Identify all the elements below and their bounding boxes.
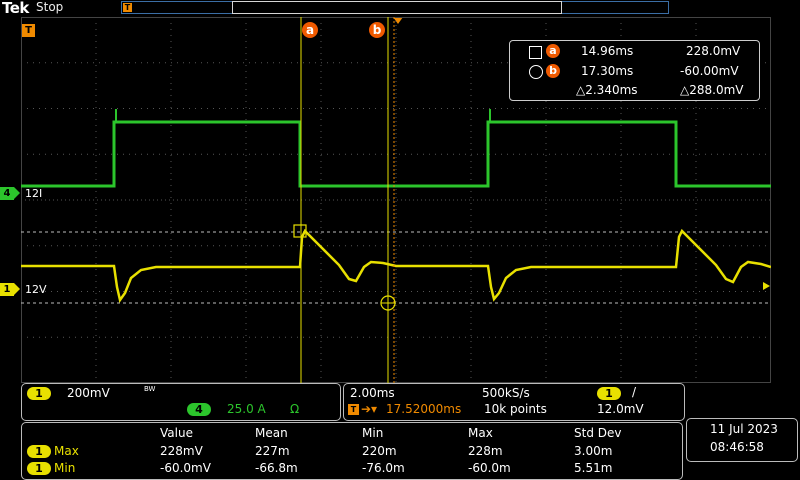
vertical-settings-panel[interactable]: 1 200mV BW 4 25.0 A Ω — [21, 383, 341, 421]
cursor-a-readout-badge: a — [546, 44, 560, 58]
cursor-b-circle-icon — [529, 65, 543, 79]
meas-row2-name: Min — [54, 461, 76, 475]
ch1-ground-tag[interactable]: 1 — [0, 283, 20, 296]
ch1-badge[interactable]: 1 — [27, 387, 51, 400]
time-per-div[interactable]: 2.00ms — [350, 386, 395, 400]
date-display: 11 Jul 2023 — [710, 422, 778, 436]
cursor-b-time: 17.30ms — [581, 64, 634, 78]
record-trigger-icon: T — [123, 3, 132, 12]
ch1-scale[interactable]: 200mV — [67, 386, 110, 400]
cursor-delta-value: △288.0mV — [680, 83, 744, 97]
meas-row2-channel-badge[interactable]: 1 — [27, 462, 51, 475]
cursor-b-badge[interactable]: b — [369, 22, 385, 38]
meas-header-max: Max — [468, 426, 493, 440]
meas-row2-value: -60.0mV — [160, 461, 211, 475]
trigger-position-icon: T — [348, 404, 359, 415]
cursor-a-square-icon — [529, 46, 542, 59]
ch1-offset-label: 12V — [25, 283, 47, 296]
meas-row2-max: -60.0m — [468, 461, 511, 475]
meas-row1-min: 220m — [362, 444, 397, 458]
meas-header-mean: Mean — [255, 426, 288, 440]
cursor-readout-panel[interactable]: a 14.96ms 228.0mV b 17.30ms -60.00mV △2.… — [509, 40, 760, 101]
sample-rate: 500kS/s — [482, 386, 530, 400]
run-state-label[interactable]: Stop — [36, 0, 63, 14]
trigger-level[interactable]: 12.0mV — [597, 402, 644, 416]
trigger-point-icon: T — [22, 24, 35, 37]
meas-row1-value: 228mV — [160, 444, 203, 458]
meas-row1-stddev: 3.00m — [574, 444, 613, 458]
cursor-b-value: -60.00mV — [680, 64, 739, 78]
meas-row1-max: 228m — [468, 444, 503, 458]
bandwidth-limit-icon: BW — [144, 385, 156, 393]
ch4-offset-label: 12I — [25, 187, 43, 200]
record-length[interactable]: 10k points — [484, 402, 547, 416]
cursor-a-time: 14.96ms — [581, 44, 634, 58]
trigger-position-arrow-icon: ➔▾ — [361, 402, 378, 416]
meas-row1-channel-badge[interactable]: 1 — [27, 445, 51, 458]
meas-row2-stddev: 5.51m — [574, 461, 613, 475]
time-display: 08:46:58 — [710, 440, 764, 454]
measurements-panel[interactable]: Value Mean Min Max Std Dev 1 Max 228mV 2… — [21, 422, 683, 480]
trigger-position-value[interactable]: 17.52000ms — [386, 402, 461, 416]
meas-header-value: Value — [160, 426, 193, 440]
horizontal-settings-panel[interactable]: 2.00ms 500kS/s 1 / T ➔▾ 17.52000ms 10k p… — [343, 383, 685, 421]
ch4-scale[interactable]: 25.0 A — [227, 402, 266, 416]
brand-logo: Tek — [2, 0, 29, 17]
ch4-ground-tag[interactable]: 4 — [0, 187, 20, 200]
meas-header-min: Min — [362, 426, 384, 440]
meas-header-stddev: Std Dev — [574, 426, 622, 440]
meas-row1-name: Max — [54, 444, 79, 458]
cursor-b-readout-badge: b — [546, 64, 560, 78]
trigger-slope-icon[interactable]: / — [632, 385, 636, 399]
ch4-badge[interactable]: 4 — [187, 403, 211, 416]
cursor-a-badge[interactable]: a — [302, 22, 318, 38]
trigger-source-badge[interactable]: 1 — [597, 387, 621, 400]
meas-row2-min: -76.0m — [362, 461, 405, 475]
datetime-panel: 11 Jul 2023 08:46:58 — [686, 418, 798, 462]
record-view-window[interactable] — [232, 1, 562, 14]
meas-row2-mean: -66.8m — [255, 461, 298, 475]
ch4-impedance-icon: Ω — [290, 402, 300, 416]
cursor-a-value: 228.0mV — [686, 44, 741, 58]
meas-row1-mean: 227m — [255, 444, 290, 458]
trigger-level-arrow-icon[interactable] — [763, 282, 770, 290]
cursor-delta-time: △2.340ms — [576, 83, 638, 97]
